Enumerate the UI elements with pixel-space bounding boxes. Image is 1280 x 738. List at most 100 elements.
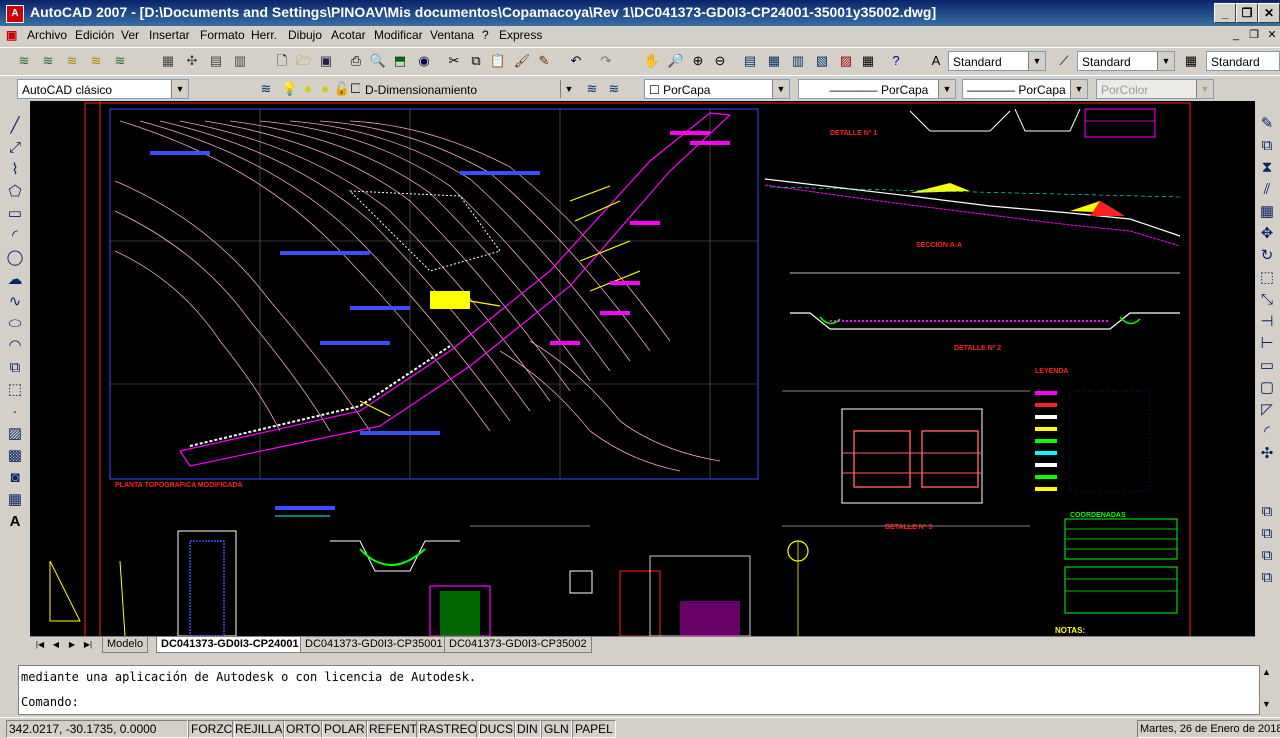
mdi-minimize-button[interactable]: _ <box>1228 28 1244 43</box>
copy-icon[interactable]: ⧉ <box>466 51 486 71</box>
tab-cp24001[interactable]: DC041373-GD0I3-CP24001 <box>156 637 304 653</box>
autocad-icon[interactable]: A <box>6 5 24 23</box>
region-icon[interactable]: ◙ <box>4 467 26 489</box>
polygon-icon[interactable]: ⬠ <box>4 181 26 203</box>
gradient-icon[interactable]: ▩ <box>4 445 26 467</box>
zoom-realtime-icon[interactable]: 🔎 <box>666 51 686 71</box>
redo-icon[interactable]: ↷ <box>596 51 616 71</box>
dim-style-select[interactable]: Standard ▼ <box>1077 51 1175 71</box>
insert-block-icon[interactable]: ⧉ <box>4 357 26 379</box>
menu-ver[interactable]: Ver <box>121 28 139 42</box>
move-icon[interactable]: ✥ <box>1256 223 1278 245</box>
3d-dwf-icon[interactable]: ◉ <box>414 51 434 71</box>
line-icon[interactable]: ╱ <box>4 115 26 137</box>
paste-icon[interactable]: 📋 <box>488 51 508 71</box>
mdi-close-button[interactable]: ✕ <box>1264 28 1280 43</box>
menu-archivo[interactable]: Archivo <box>27 28 67 42</box>
attribute-icon[interactable]: ▤ <box>206 51 226 71</box>
color-select[interactable]: ☐ PorCapa ▼ <box>644 79 790 99</box>
menu-express[interactable]: Express <box>499 28 542 42</box>
lineweight-select[interactable]: ———— PorCapa ▼ <box>962 79 1088 99</box>
next-tab-icon[interactable]: ▶ <box>66 638 78 651</box>
toggle-orto[interactable]: ORTO <box>283 720 324 738</box>
cut-icon[interactable]: ✂ <box>444 51 464 71</box>
toggle-refent[interactable]: REFENT <box>366 720 420 738</box>
point-icon[interactable]: · <box>4 401 26 423</box>
arc-icon[interactable]: ◜ <box>4 225 26 247</box>
properties-icon[interactable]: ▤ <box>740 51 760 71</box>
toggle-din[interactable]: DIN <box>514 720 541 738</box>
toggle-rejilla[interactable]: REJILLA <box>232 720 286 738</box>
layer-manager-icon[interactable]: ≋ <box>256 79 276 99</box>
print-icon[interactable]: ⎙ <box>346 51 366 71</box>
chamfer-icon[interactable]: ◸ <box>1256 399 1278 421</box>
undo-icon[interactable]: ↶ <box>566 51 586 71</box>
coordinates-display[interactable]: 342.0217, -30.1735, 0.0000 <box>6 720 188 738</box>
extend-icon[interactable]: ⊢ <box>1256 333 1278 355</box>
help-icon[interactable]: ? <box>886 51 906 71</box>
menu-edicion[interactable]: Edición <box>75 28 114 42</box>
layer-tools-icon[interactable]: ≋ <box>14 51 34 71</box>
draworder-under-icon[interactable]: ⧉ <box>1256 567 1278 589</box>
fillet-icon[interactable]: ◜ <box>1256 421 1278 443</box>
copy-object-icon[interactable]: ⧉ <box>1256 135 1278 157</box>
draworder-front-icon[interactable]: ⧉ <box>1256 501 1278 523</box>
menu-herr[interactable]: Herr. <box>251 28 277 42</box>
revcloud-icon[interactable]: ☁ <box>4 269 26 291</box>
first-tab-icon[interactable]: |◀ <box>34 638 46 651</box>
command-history[interactable]: mediante una aplicación de Autodesk o co… <box>18 665 1260 715</box>
toggle-ducs[interactable]: DUCS <box>476 720 517 738</box>
array-icon[interactable]: ▦ <box>1256 201 1278 223</box>
scale-icon[interactable]: ⬚ <box>1256 267 1278 289</box>
join-icon[interactable]: ▢ <box>1256 377 1278 399</box>
restore-button[interactable]: ❐ <box>1236 3 1258 23</box>
table-style-select[interactable]: Standard <box>1206 51 1280 71</box>
design-center-icon[interactable]: ▦ <box>764 51 784 71</box>
close-button[interactable]: ✕ <box>1258 3 1280 23</box>
menu-insertar[interactable]: Insertar <box>149 28 190 42</box>
zoom-previous-icon[interactable]: ⊖ <box>710 51 730 71</box>
make-current-layer-icon[interactable]: ≋ <box>582 79 602 99</box>
drawing-canvas[interactable]: PLANTA TOPOGRAFICA MODIFICADA DETALLE Nº… <box>30 101 1255 636</box>
make-block-icon[interactable]: ⬚ <box>4 379 26 401</box>
ellipse-arc-icon[interactable]: ◠ <box>4 335 26 357</box>
mtext-icon[interactable]: A <box>4 511 26 533</box>
table-style-icon[interactable]: ▦ <box>1181 51 1201 71</box>
rotate-icon[interactable]: ↻ <box>1256 245 1278 267</box>
quickcalc-icon[interactable]: ▦ <box>858 51 878 71</box>
drawing-icon[interactable]: ▣ <box>6 28 17 42</box>
open-folder-icon[interactable]: 🗁 <box>294 51 314 71</box>
menu-formato[interactable]: Formato <box>200 28 245 42</box>
tab-modelo[interactable]: Modelo <box>102 637 149 653</box>
stretch-icon[interactable]: ⤡ <box>1256 289 1278 311</box>
construction-line-icon[interactable]: ⤢ <box>4 137 26 159</box>
new-file-icon[interactable]: 🗋 <box>272 51 292 71</box>
minimize-button[interactable]: _ <box>1214 3 1236 23</box>
layer-off-icon[interactable]: ≋ <box>110 51 130 71</box>
pan-icon[interactable]: ✋ <box>642 51 662 71</box>
express-block-icon[interactable]: ▥ <box>230 51 250 71</box>
mdi-restore-button[interactable]: ❐ <box>1246 28 1262 43</box>
circle-icon[interactable]: ◯ <box>4 247 26 269</box>
spline-icon[interactable]: ∿ <box>4 291 26 313</box>
hatch-icon[interactable]: ▨ <box>4 423 26 445</box>
toggle-gln[interactable]: GLN <box>541 720 572 738</box>
scroll-down-icon[interactable]: ▼ <box>1262 699 1271 709</box>
rectangle-icon[interactable]: ▭ <box>4 203 26 225</box>
offset-icon[interactable]: ⫽ <box>1256 179 1278 201</box>
match-properties-icon[interactable]: 🖌 <box>512 51 532 71</box>
layer-on-icon[interactable]: 💡 <box>280 79 300 99</box>
print-preview-icon[interactable]: 🔍 <box>368 51 388 71</box>
menu-acotar[interactable]: Acotar <box>331 28 366 42</box>
layer-state-icon[interactable]: ≋ <box>38 51 58 71</box>
linetype-select[interactable]: ———— PorCapa ▼ <box>798 79 956 99</box>
tab-cp35001[interactable]: DC041373-GD0I3-CP35001 <box>300 637 448 653</box>
mirror-icon[interactable]: ⧗ <box>1256 157 1278 179</box>
save-icon[interactable]: ▣ <box>316 51 336 71</box>
erase-icon[interactable]: ✎ <box>1256 113 1278 135</box>
toggle-papel[interactable]: PAPEL <box>572 720 616 738</box>
explode-tool-icon[interactable]: ✣ <box>1256 443 1278 465</box>
menu-modificar[interactable]: Modificar <box>374 28 423 42</box>
publish-icon[interactable]: ⬒ <box>390 51 410 71</box>
last-tab-icon[interactable]: ▶| <box>82 638 94 651</box>
